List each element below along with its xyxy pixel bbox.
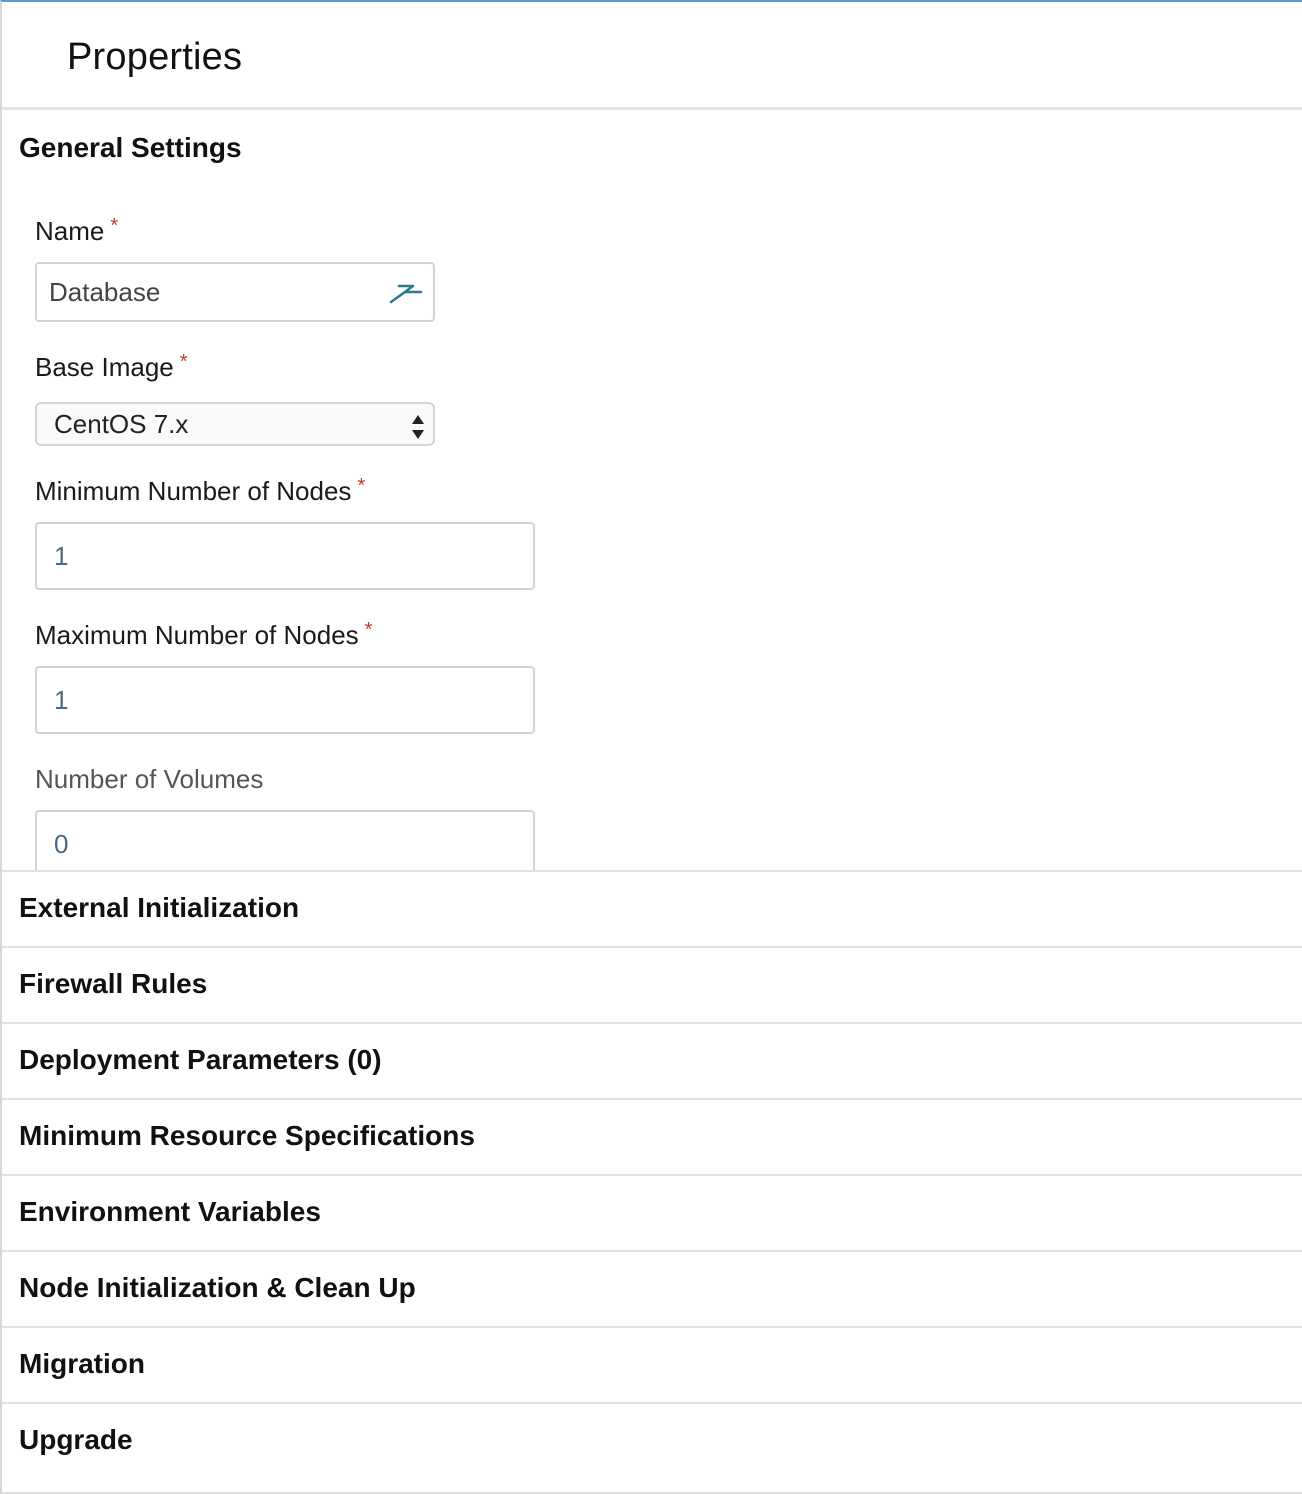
select-arrows-icon bbox=[411, 412, 425, 442]
section-upgrade[interactable]: Upgrade bbox=[2, 1402, 1302, 1478]
max-nodes-value: 1 bbox=[54, 684, 69, 715]
section-label: Migration bbox=[19, 1348, 145, 1379]
min-nodes-label: Minimum Number of Nodes * bbox=[35, 475, 366, 507]
base-image-value: CentOS 7.x bbox=[54, 408, 189, 439]
section-external-initialization[interactable]: External Initialization bbox=[2, 870, 1302, 946]
name-label-text: Name bbox=[35, 216, 105, 246]
section-environment-variables[interactable]: Environment Variables bbox=[2, 1174, 1302, 1250]
section-label: External Initialization bbox=[19, 892, 300, 923]
volumes-input[interactable]: 0 bbox=[35, 810, 535, 870]
required-mark: * bbox=[179, 351, 188, 373]
section-minimum-resource-specifications[interactable]: Minimum Resource Specifications bbox=[2, 1098, 1302, 1174]
section-firewall-rules[interactable]: Firewall Rules bbox=[2, 946, 1302, 1022]
section-label: Minimum Resource Specifications bbox=[19, 1120, 475, 1151]
required-mark: * bbox=[357, 475, 366, 497]
name-input-value: Database bbox=[49, 276, 161, 307]
section-label: Node Initialization & Clean Up bbox=[19, 1272, 416, 1303]
max-nodes-label-text: Maximum Number of Nodes bbox=[35, 620, 359, 650]
section-label: Deployment Parameters (0) bbox=[19, 1044, 382, 1075]
section-general-settings[interactable]: General Settings bbox=[19, 132, 242, 164]
min-nodes-input[interactable]: 1 bbox=[35, 522, 535, 590]
section-label: Upgrade bbox=[19, 1424, 133, 1455]
name-input[interactable]: Database bbox=[35, 262, 435, 322]
section-deployment-parameters[interactable]: Deployment Parameters (0) bbox=[2, 1022, 1302, 1098]
name-label: Name * bbox=[35, 215, 119, 247]
section-label: Firewall Rules bbox=[19, 968, 208, 999]
volumes-value: 0 bbox=[54, 828, 69, 859]
max-nodes-input[interactable]: 1 bbox=[35, 666, 535, 734]
base-image-label-text: Base Image bbox=[35, 352, 174, 382]
required-mark: * bbox=[364, 619, 373, 641]
section-node-initialization-cleanup[interactable]: Node Initialization & Clean Up bbox=[2, 1250, 1302, 1326]
volumes-label: Number of Volumes bbox=[35, 764, 264, 794]
section-migration[interactable]: Migration bbox=[2, 1326, 1302, 1402]
panel-title: Properties bbox=[67, 36, 243, 78]
required-mark: * bbox=[110, 215, 119, 237]
base-image-select[interactable]: CentOS 7.x bbox=[35, 402, 435, 446]
panel-header: Properties bbox=[2, 2, 1302, 110]
macro-icon[interactable] bbox=[387, 278, 425, 306]
volumes-clip: 0 bbox=[2, 810, 1302, 870]
properties-panel: Properties General Settings Name * Databa… bbox=[0, 0, 1302, 1494]
min-nodes-value: 1 bbox=[54, 540, 69, 571]
base-image-label: Base Image * bbox=[35, 351, 188, 383]
max-nodes-label: Maximum Number of Nodes * bbox=[35, 619, 373, 651]
min-nodes-label-text: Minimum Number of Nodes bbox=[35, 476, 352, 506]
section-label: Environment Variables bbox=[19, 1196, 321, 1227]
